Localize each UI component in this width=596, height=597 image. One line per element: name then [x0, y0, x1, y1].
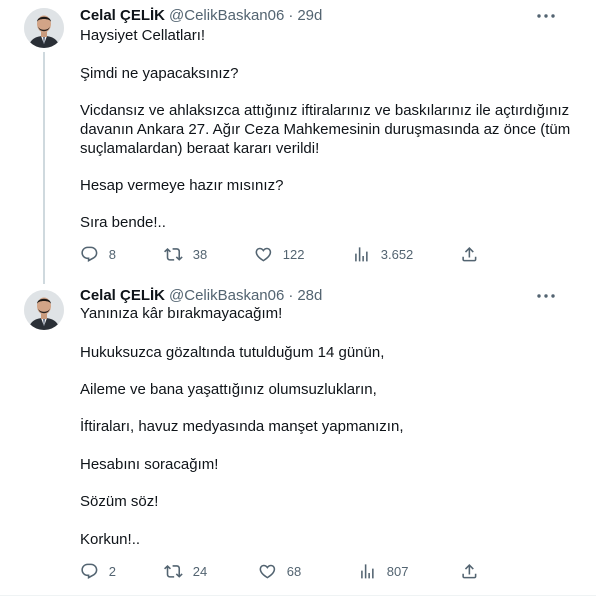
more-horizontal-icon [537, 14, 555, 18]
reply-icon [81, 563, 98, 579]
tweet-text-line: Yanınıza kâr bırakmayacağım! [80, 305, 283, 322]
bottom-divider [0, 595, 596, 596]
thread-connector-line [43, 52, 45, 284]
view-count: 3.652 [380, 246, 414, 262]
heart-icon [255, 247, 272, 262]
share-button[interactable] [460, 242, 479, 266]
repost-icon [164, 564, 183, 578]
repost-count: 24 [192, 563, 208, 579]
tweet-header: Celal ÇELİK @CelikBaskan06 · 28d [80, 285, 322, 305]
reply-count: 8 [108, 246, 116, 262]
tweet-text-line: Sözüm söz! [80, 493, 159, 510]
tweet-text-line: suçlamalardan) beraat kararı verildi! [80, 140, 320, 157]
tweet-actions: 2 24 68 807 [72, 559, 492, 583]
tweet-text-line: Hesap vermeye hazır mısınız? [80, 177, 284, 194]
tweet-text-line: Korkun!.. [80, 531, 141, 548]
author-name[interactable]: Celal ÇELİK [80, 287, 165, 304]
avatar[interactable] [24, 290, 64, 330]
tweet-text-line: Hukuksuzca gözaltında tutulduğum 14 günü… [80, 344, 385, 361]
more-options-button[interactable] [534, 6, 558, 26]
tweet-text-line: Haysiyet Cellatları! [80, 27, 206, 44]
tweet-timestamp[interactable]: 29d [297, 7, 322, 24]
views-button[interactable]: 807 [358, 559, 408, 583]
view-count: 807 [386, 563, 409, 579]
reply-icon [81, 246, 98, 262]
separator-dot: · [288, 286, 294, 304]
author-name[interactable]: Celal ÇELİK [80, 7, 165, 24]
tweet-actions: 8 38 122 3.652 [72, 242, 492, 266]
tweet-text-line: Aileme ve bana yaşattığınız olumsuzlukla… [80, 381, 377, 398]
tweet-1[interactable]: Celal ÇELİK @CelikBaskan06 · 29d Haysiye… [0, 0, 596, 284]
reply-button[interactable]: 2 [80, 559, 116, 583]
avatar[interactable] [24, 8, 64, 48]
tweet-header: Celal ÇELİK @CelikBaskan06 · 29d [80, 5, 322, 25]
repost-button[interactable]: 38 [164, 242, 207, 266]
repost-button[interactable]: 24 [164, 559, 207, 583]
tweet-text-line: Vicdansız ve ahlaksızca attığınız iftira… [80, 102, 570, 119]
tweet-text-line: Sıra bende!.. [80, 214, 166, 231]
tweet-2[interactable]: Celal ÇELİK @CelikBaskan06 · 28d Yanınız… [0, 282, 596, 597]
reply-count: 2 [108, 563, 116, 579]
share-icon [462, 563, 477, 579]
repost-icon [164, 247, 183, 261]
reply-button[interactable]: 8 [80, 242, 116, 266]
tweet-text-line: Şimdi ne yapacaksınız? [80, 65, 239, 82]
more-options-button[interactable] [534, 286, 558, 306]
like-count: 122 [282, 246, 305, 262]
tweet-timestamp[interactable]: 28d [297, 287, 322, 304]
heart-icon [259, 564, 276, 579]
share-button[interactable] [460, 559, 479, 583]
separator-dot: · [288, 6, 294, 24]
tweet-text-line: davanın Ankara 27. Ağır Ceza Mahkemesini… [80, 121, 571, 138]
share-icon [462, 246, 477, 262]
views-button[interactable]: 3.652 [352, 242, 413, 266]
like-button[interactable]: 68 [258, 559, 301, 583]
tweet-text-line: İftiraları, havuz medyasında manşet yapm… [80, 418, 404, 435]
author-handle[interactable]: @CelikBaskan06 [169, 7, 284, 24]
author-handle[interactable]: @CelikBaskan06 [169, 287, 284, 304]
like-button[interactable]: 122 [254, 242, 304, 266]
analytics-icon [361, 563, 374, 579]
tweet-text-line: Hesabını soracağım! [80, 456, 219, 473]
repost-count: 38 [192, 246, 208, 262]
more-horizontal-icon [537, 294, 555, 298]
like-count: 68 [286, 563, 302, 579]
analytics-icon [355, 246, 368, 262]
